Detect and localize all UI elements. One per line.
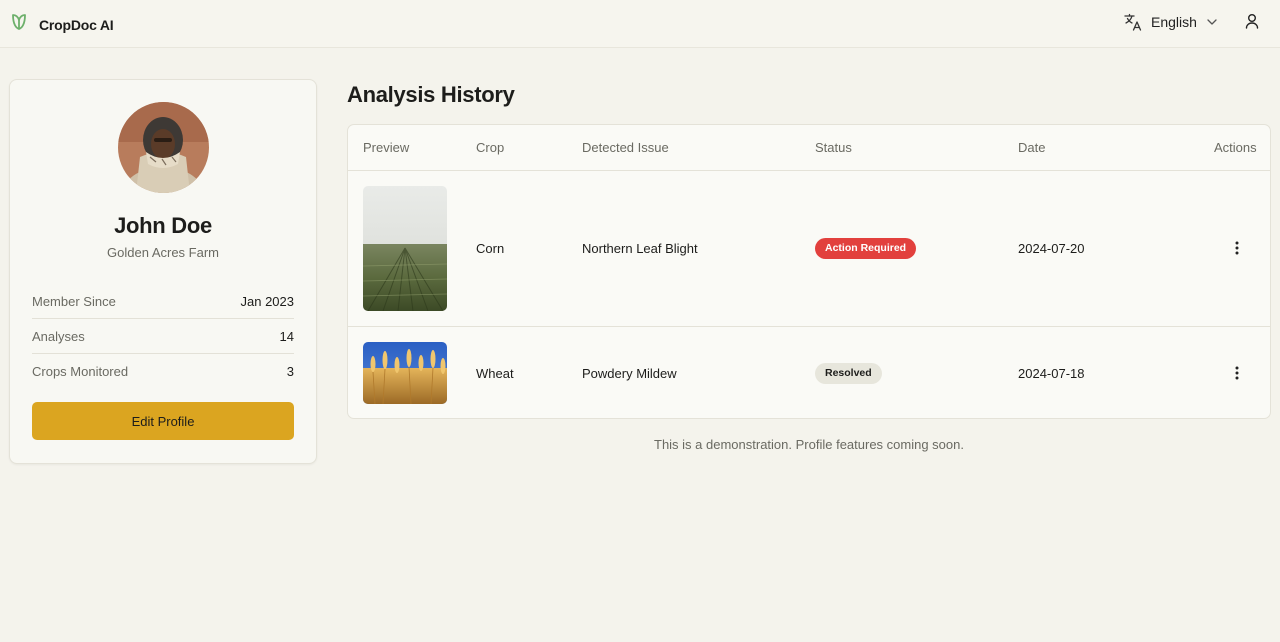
stat-crops-monitored: Crops Monitored 3 <box>32 354 294 389</box>
table-row[interactable]: Wheat Powdery Mildew Resolved 2024-07-18 <box>348 327 1270 418</box>
more-options-icon[interactable] <box>1229 240 1245 256</box>
user-icon[interactable] <box>1243 12 1261 30</box>
stat-label: Crops Monitored <box>32 364 129 379</box>
app-name: CropDoc AI <box>39 16 114 33</box>
status-badge: Resolved <box>815 363 882 384</box>
more-options-icon[interactable] <box>1229 365 1245 381</box>
stat-label: Member Since <box>32 293 116 309</box>
language-label: English <box>1151 14 1197 30</box>
language-selector[interactable]: English <box>1123 11 1218 33</box>
column-header-date: Date <box>1018 140 1046 155</box>
column-header-preview: Preview <box>363 140 410 155</box>
column-header-actions: Actions <box>1214 140 1257 155</box>
stat-analyses: Analyses 14 <box>32 319 294 354</box>
stat-label: Analyses <box>32 328 85 344</box>
stat-value: 14 <box>279 328 294 344</box>
profile-farm-name: Golden Acres Farm <box>107 245 219 260</box>
detected-issue: Northern Leaf Blight <box>582 241 698 256</box>
crop-name: Wheat <box>476 366 514 381</box>
brand[interactable]: CropDoc AI <box>10 12 114 37</box>
status-badge: Action Required <box>815 238 917 259</box>
edit-profile-button[interactable]: Edit Profile <box>32 402 294 440</box>
profile-stats: Member Since Jan 2023 Analyses 14 Crops … <box>32 284 294 389</box>
crop-preview-image[interactable] <box>363 186 447 311</box>
analysis-date: 2024-07-20 <box>1018 241 1085 256</box>
stat-value: Jan 2023 <box>240 293 295 309</box>
profile-card: John Doe Golden Acres Farm Member Since … <box>9 79 317 464</box>
crop-name: Corn <box>476 241 505 256</box>
top-navigation-bar: CropDoc AI English <box>0 0 1280 48</box>
column-header-status: Status <box>815 140 852 155</box>
column-header-issue: Detected Issue <box>582 140 669 155</box>
stat-value: 3 <box>286 364 294 379</box>
translate-icon <box>1123 12 1143 32</box>
demo-notice: This is a demonstration. Profile feature… <box>654 437 964 452</box>
analysis-history-table: Preview Crop Detected Issue Status Date … <box>347 124 1271 419</box>
sprout-icon <box>10 12 28 37</box>
analysis-date: 2024-07-18 <box>1018 366 1085 381</box>
crop-preview-image[interactable] <box>363 342 447 404</box>
profile-name: John Doe <box>114 213 212 238</box>
page-title: Analysis History <box>347 82 515 107</box>
table-header: Preview Crop Detected Issue Status Date … <box>348 125 1270 171</box>
avatar <box>118 102 209 193</box>
column-header-crop: Crop <box>476 140 505 155</box>
chevron-down-icon <box>1197 16 1218 28</box>
table-row[interactable]: Corn Northern Leaf Blight Action Require… <box>348 171 1270 327</box>
detected-issue: Powdery Mildew <box>582 366 677 381</box>
stat-member-since: Member Since Jan 2023 <box>32 284 294 319</box>
